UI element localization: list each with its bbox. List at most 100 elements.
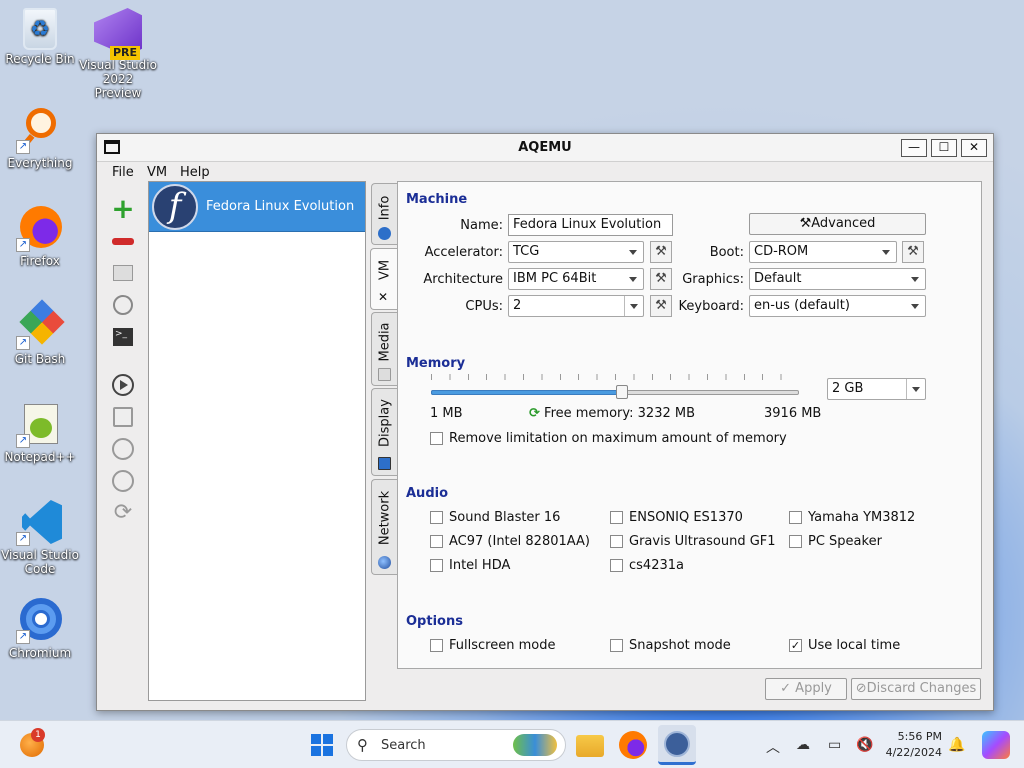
option-checkbox[interactable]: Fullscreen mode — [430, 639, 555, 653]
pause-icon — [112, 438, 134, 460]
desktop-icon-firefox[interactable]: ↗ Firefox — [0, 204, 80, 268]
audio-checkbox[interactable]: ENSONIQ ES1370 — [610, 511, 743, 525]
discard-changes-button[interactable]: ⊘Discard Changes — [851, 678, 981, 700]
tab-vm[interactable]: VM ✕ — [370, 248, 398, 310]
boot-settings-button[interactable]: ⚒ — [902, 241, 924, 263]
name-label: Name: — [460, 218, 503, 233]
chevron-down-icon — [630, 304, 638, 309]
desktop-icon-chromium[interactable]: ↗ Chromium — [0, 596, 80, 660]
menu-file[interactable]: File — [112, 165, 134, 180]
architecture-select[interactable]: IBM PC 64Bit — [508, 268, 644, 290]
start-button[interactable] — [308, 731, 336, 759]
slider-handle[interactable] — [616, 385, 629, 399]
floppy-icon — [113, 407, 133, 427]
check-icon: ✓ — [780, 681, 792, 696]
minus-icon — [112, 238, 134, 245]
network-icon — [378, 556, 391, 569]
desktop-icon-everything[interactable]: ↗ Everything — [0, 106, 80, 170]
vm-toolbar: + >_ ⟳ — [107, 184, 139, 526]
memory-section-title: Memory — [406, 356, 466, 371]
chromium-icon: ↗ — [16, 596, 64, 644]
desktop-icon-visual-studio-preview[interactable]: PRE Visual Studio 2022 Preview — [78, 8, 158, 100]
audio-checkbox[interactable]: PC Speaker — [789, 535, 882, 549]
git-bash-icon: ↗ — [16, 299, 65, 350]
vm-name-label: Fedora Linux Evolution — [206, 199, 355, 214]
vm-list-item[interactable]: f Fedora Linux Evolution — [149, 182, 365, 232]
info-icon — [378, 227, 391, 240]
cloud-offline-icon[interactable]: ☁ — [796, 737, 810, 753]
clock-icon[interactable] — [110, 292, 136, 318]
remove-vm-button[interactable] — [110, 228, 136, 254]
save-vm-button[interactable] — [110, 404, 136, 430]
title-bar[interactable]: AQEMU — ☐ ✕ — [97, 134, 993, 162]
refresh-icon[interactable]: ⟳ — [529, 406, 540, 421]
cancel-icon: ⊘ — [855, 681, 867, 696]
reset-vm-button[interactable]: ⟳ — [110, 500, 136, 526]
bell-icon[interactable]: 🔔 — [948, 737, 965, 753]
menu-vm[interactable]: VM — [147, 165, 167, 180]
desktop-icon-git-bash[interactable]: ↗ Git Bash — [0, 299, 80, 366]
vm-list: f Fedora Linux Evolution — [148, 181, 366, 701]
menu-help[interactable]: Help — [180, 165, 210, 180]
audio-section-title: Audio — [406, 486, 449, 501]
notification-badge: 1 — [31, 728, 45, 742]
firefox-taskbar-icon[interactable] — [619, 731, 647, 759]
apply-button[interactable]: ✓ Apply — [765, 678, 847, 700]
memory-slider[interactable] — [431, 374, 799, 404]
option-checkbox[interactable]: Snapshot mode — [610, 639, 731, 653]
advanced-button[interactable]: ⚒Advanced — [749, 213, 926, 235]
keyboard-label: Keyboard: — [678, 299, 745, 314]
accelerator-settings-button[interactable]: ⚒ — [650, 241, 672, 263]
audio-checkbox[interactable]: AC97 (Intel 82801AA) — [430, 535, 590, 549]
graphics-select[interactable]: Default — [749, 268, 926, 290]
firefox-icon: ↗ — [16, 204, 64, 252]
name-input[interactable]: Fedora Linux Evolution — [508, 214, 673, 236]
terminal-icon[interactable]: >_ — [110, 324, 136, 350]
architecture-settings-button[interactable]: ⚒ — [650, 268, 672, 290]
audio-checkbox[interactable]: Intel HDA — [430, 559, 510, 573]
pause-vm-button[interactable] — [110, 436, 136, 462]
tab-network[interactable]: Network — [371, 479, 397, 575]
audio-checkbox[interactable]: Sound Blaster 16 — [430, 511, 560, 525]
desktop-icon-vscode[interactable]: ↗ Visual Studio Code — [0, 498, 80, 576]
tab-info[interactable]: Info — [371, 183, 397, 245]
remove-memory-limit-checkbox[interactable]: Remove limitation on maximum amount of m… — [430, 432, 787, 446]
magnifier-icon: ↗ — [16, 106, 64, 154]
clock[interactable]: 5:56 PM 4/22/2024 — [886, 729, 942, 761]
accelerator-label: Accelerator: — [424, 245, 503, 260]
taskbar-search[interactable]: ⚲ Search — [346, 729, 566, 761]
audio-checkbox[interactable]: Yamaha YM3812 — [789, 511, 915, 525]
tab-display[interactable]: Display — [371, 388, 397, 476]
boot-label: Boot: — [709, 245, 744, 260]
aqemu-window: AQEMU — ☐ ✕ File VM Help + >_ ⟳ f Fedora… — [96, 133, 994, 711]
taskbar: 1 ⚲ Search ︿ ☁ ▭ 🔇 5:56 PM 4/22/2024 🔔 — [0, 720, 1024, 768]
aqemu-taskbar-icon[interactable] — [658, 725, 696, 765]
accelerator-select[interactable]: TCG — [508, 241, 644, 263]
close-button[interactable]: ✕ — [961, 139, 987, 157]
desktop-icon-recycle-bin[interactable]: ♻ Recycle Bin — [0, 8, 80, 66]
display-icon[interactable]: ▭ — [828, 737, 841, 753]
memory-size-select[interactable]: 2 GB — [827, 378, 926, 400]
maximize-button[interactable]: ☐ — [931, 139, 957, 157]
file-explorer-icon[interactable] — [576, 735, 604, 757]
option-checkbox[interactable]: ✓ Use local time — [789, 639, 900, 653]
minimize-button[interactable]: — — [901, 139, 927, 157]
add-vm-button[interactable]: + — [110, 195, 136, 223]
cpus-select[interactable]: 2 — [508, 295, 644, 317]
desktop-icon-notepadpp[interactable]: ↗ Notepad++ — [0, 400, 80, 464]
keyboard-select[interactable]: en-us (default) — [749, 295, 926, 317]
memory-min-label: 1 MB — [430, 406, 463, 421]
audio-checkbox[interactable]: Gravis Ultrasound GF1 — [610, 535, 776, 549]
audio-checkbox[interactable]: cs4231a — [610, 559, 684, 573]
chevron-up-icon[interactable]: ︿ — [766, 737, 780, 757]
window-title: AQEMU — [518, 140, 572, 155]
start-vm-button[interactable] — [110, 372, 136, 398]
hdd-icon[interactable] — [110, 260, 136, 286]
boot-select[interactable]: CD-ROM — [749, 241, 897, 263]
stop-vm-button[interactable] — [110, 468, 136, 494]
volume-icon[interactable]: 🔇 — [856, 737, 873, 753]
copilot-icon[interactable] — [982, 731, 1010, 759]
windows-icon — [311, 734, 333, 756]
fedora-logo-icon: f — [152, 184, 198, 230]
tab-media[interactable]: Media — [371, 312, 397, 386]
